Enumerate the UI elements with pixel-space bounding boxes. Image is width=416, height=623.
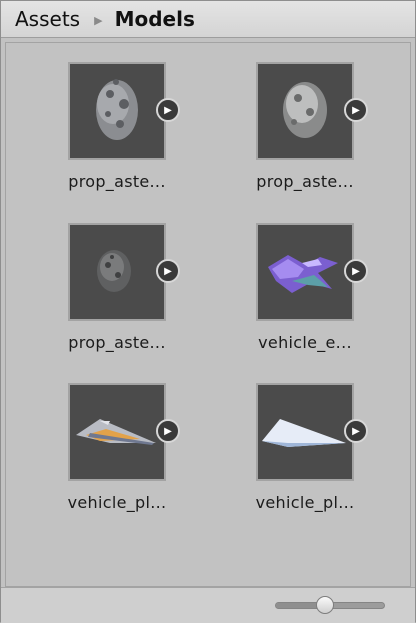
asset-item[interactable]: ▶ vehicle_e... [256, 223, 416, 373]
breadcrumb-root[interactable]: Assets [15, 7, 80, 31]
play-icon[interactable]: ▶ [344, 419, 368, 443]
breadcrumb-separator-icon: ▶ [94, 13, 103, 27]
play-icon[interactable]: ▶ [344, 259, 368, 283]
vehicle-plane-thumbnail-image [76, 419, 156, 445]
vehicle-plane-thumbnail-image [262, 419, 346, 447]
play-icon[interactable]: ▶ [156, 419, 180, 443]
asset-thumbnail[interactable] [68, 223, 166, 321]
play-icon[interactable]: ▶ [156, 259, 180, 283]
play-icon[interactable]: ▶ [344, 98, 368, 122]
asteroid-thumbnail-image [96, 79, 138, 140]
asset-thumbnail[interactable] [68, 383, 166, 481]
asteroid-thumbnail-image [283, 82, 327, 138]
asset-item[interactable]: ▶ vehicle_pl... [68, 383, 228, 533]
zoom-slider[interactable] [275, 596, 385, 614]
asset-item[interactable]: ▶ prop_aste... [68, 223, 228, 373]
project-browser-window: Assets ▶ Models ▶ prop_aste... ▶ prop_as… [0, 0, 416, 623]
asset-label: vehicle_e... [258, 333, 352, 352]
asset-thumbnail[interactable] [256, 223, 354, 321]
asset-item[interactable]: ▶ vehicle_pl... [256, 383, 416, 533]
asset-item[interactable]: ▶ prop_aste... [256, 62, 416, 212]
asset-label: prop_aste... [256, 172, 354, 191]
asset-item[interactable]: ▶ prop_aste... [68, 62, 228, 212]
asset-grid: ▶ prop_aste... ▶ prop_aste... ▶ prop_ast… [5, 42, 411, 587]
zoom-slider-handle[interactable] [315, 596, 334, 614]
asset-label: vehicle_pl... [255, 493, 355, 512]
breadcrumb: Assets ▶ Models [1, 1, 415, 38]
asset-label: prop_aste... [68, 333, 166, 352]
asset-label: prop_aste... [68, 172, 166, 191]
footer-bar [1, 587, 415, 623]
asset-thumbnail[interactable] [256, 62, 354, 160]
vehicle-thumbnail-image [268, 255, 338, 293]
asteroid-thumbnail-image [97, 250, 131, 292]
asset-label: vehicle_pl... [67, 493, 167, 512]
breadcrumb-current[interactable]: Models [115, 7, 195, 31]
asset-thumbnail[interactable] [256, 383, 354, 481]
asset-thumbnail[interactable] [68, 62, 166, 160]
play-icon[interactable]: ▶ [156, 98, 180, 122]
